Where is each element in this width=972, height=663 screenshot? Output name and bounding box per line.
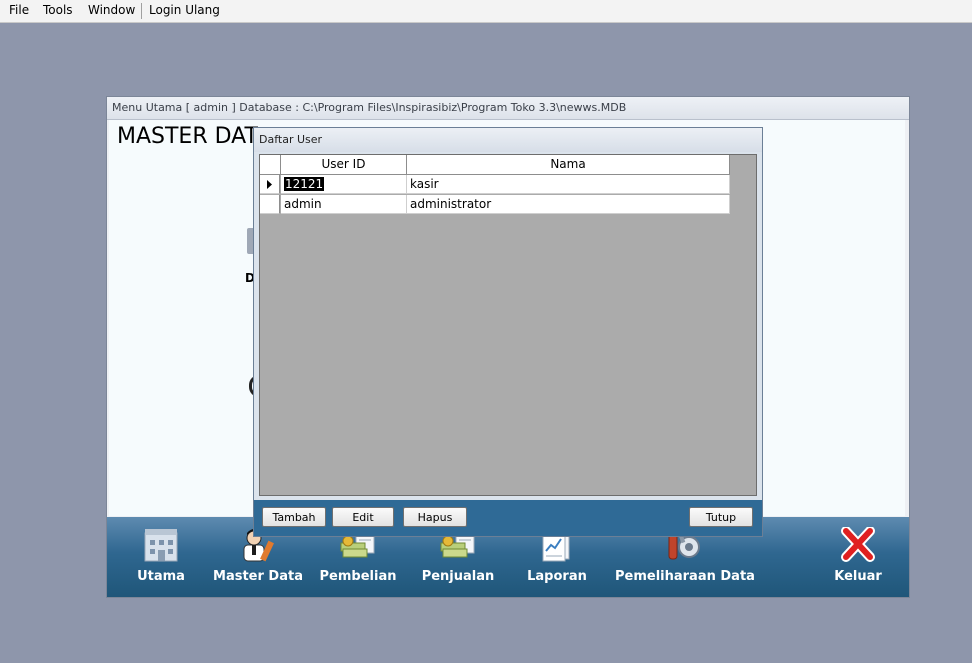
user-grid[interactable]: User ID Nama 12121 kasir admin administr… [259, 154, 757, 496]
row-selector[interactable] [260, 195, 280, 214]
current-row-arrow-icon [267, 180, 272, 189]
edit-button[interactable]: Edit [332, 507, 394, 527]
tambah-button[interactable]: Tambah [262, 507, 326, 527]
content-title: MASTER DAT [117, 124, 258, 149]
nav-keluar[interactable]: Keluar [825, 527, 891, 584]
main-window-titlebar: Menu Utama [ admin ] Database : C:\Progr… [107, 97, 909, 120]
nav-keluar-label: Keluar [834, 569, 882, 584]
tutup-button[interactable]: Tutup [689, 507, 753, 527]
column-header-nama[interactable]: Nama [407, 155, 730, 175]
daftar-user-dialog: Daftar User User ID Nama 12121 kasir adm… [253, 127, 763, 537]
table-cell-nama[interactable]: kasir [407, 175, 730, 194]
table-cell-user-id[interactable]: 12121 [281, 175, 407, 194]
main-window-title: Menu Utama [ admin ] Database : C:\Progr… [112, 101, 627, 114]
menu-file[interactable]: File [9, 3, 29, 17]
menu-bar: File Tools Window Login Ulang [0, 0, 972, 23]
table-cell-user-id[interactable]: admin [281, 195, 407, 214]
nav-laporan-label: Laporan [527, 569, 587, 584]
close-x-icon [841, 527, 875, 562]
dialog-title: Daftar User [259, 133, 323, 146]
row-selector[interactable] [260, 175, 280, 194]
selected-cell-text: 12121 [284, 177, 325, 191]
menu-tools[interactable]: Tools [43, 3, 73, 17]
grid-corner-header [260, 155, 281, 175]
hapus-button[interactable]: Hapus [403, 507, 467, 527]
menu-window[interactable]: Window [88, 3, 135, 17]
nav-utama-label: Utama [137, 569, 185, 584]
nav-master-data-label: Master Data [213, 569, 303, 584]
nav-utama[interactable]: Utama [131, 527, 191, 584]
menu-login-ulang[interactable]: Login Ulang [149, 3, 220, 17]
table-cell-nama[interactable]: administrator [407, 195, 730, 214]
dialog-footer: Tambah Edit Hapus Tutup [254, 500, 762, 536]
nav-pembelian-label: Pembelian [319, 569, 397, 584]
nav-pemeliharaan-data-label: Pemeliharaan Data [615, 569, 755, 584]
building-icon [144, 529, 178, 562]
column-header-user-id[interactable]: User ID [281, 155, 407, 175]
menu-separator [141, 3, 142, 19]
nav-penjualan-label: Penjualan [421, 569, 495, 584]
dialog-titlebar[interactable]: Daftar User [254, 128, 762, 152]
